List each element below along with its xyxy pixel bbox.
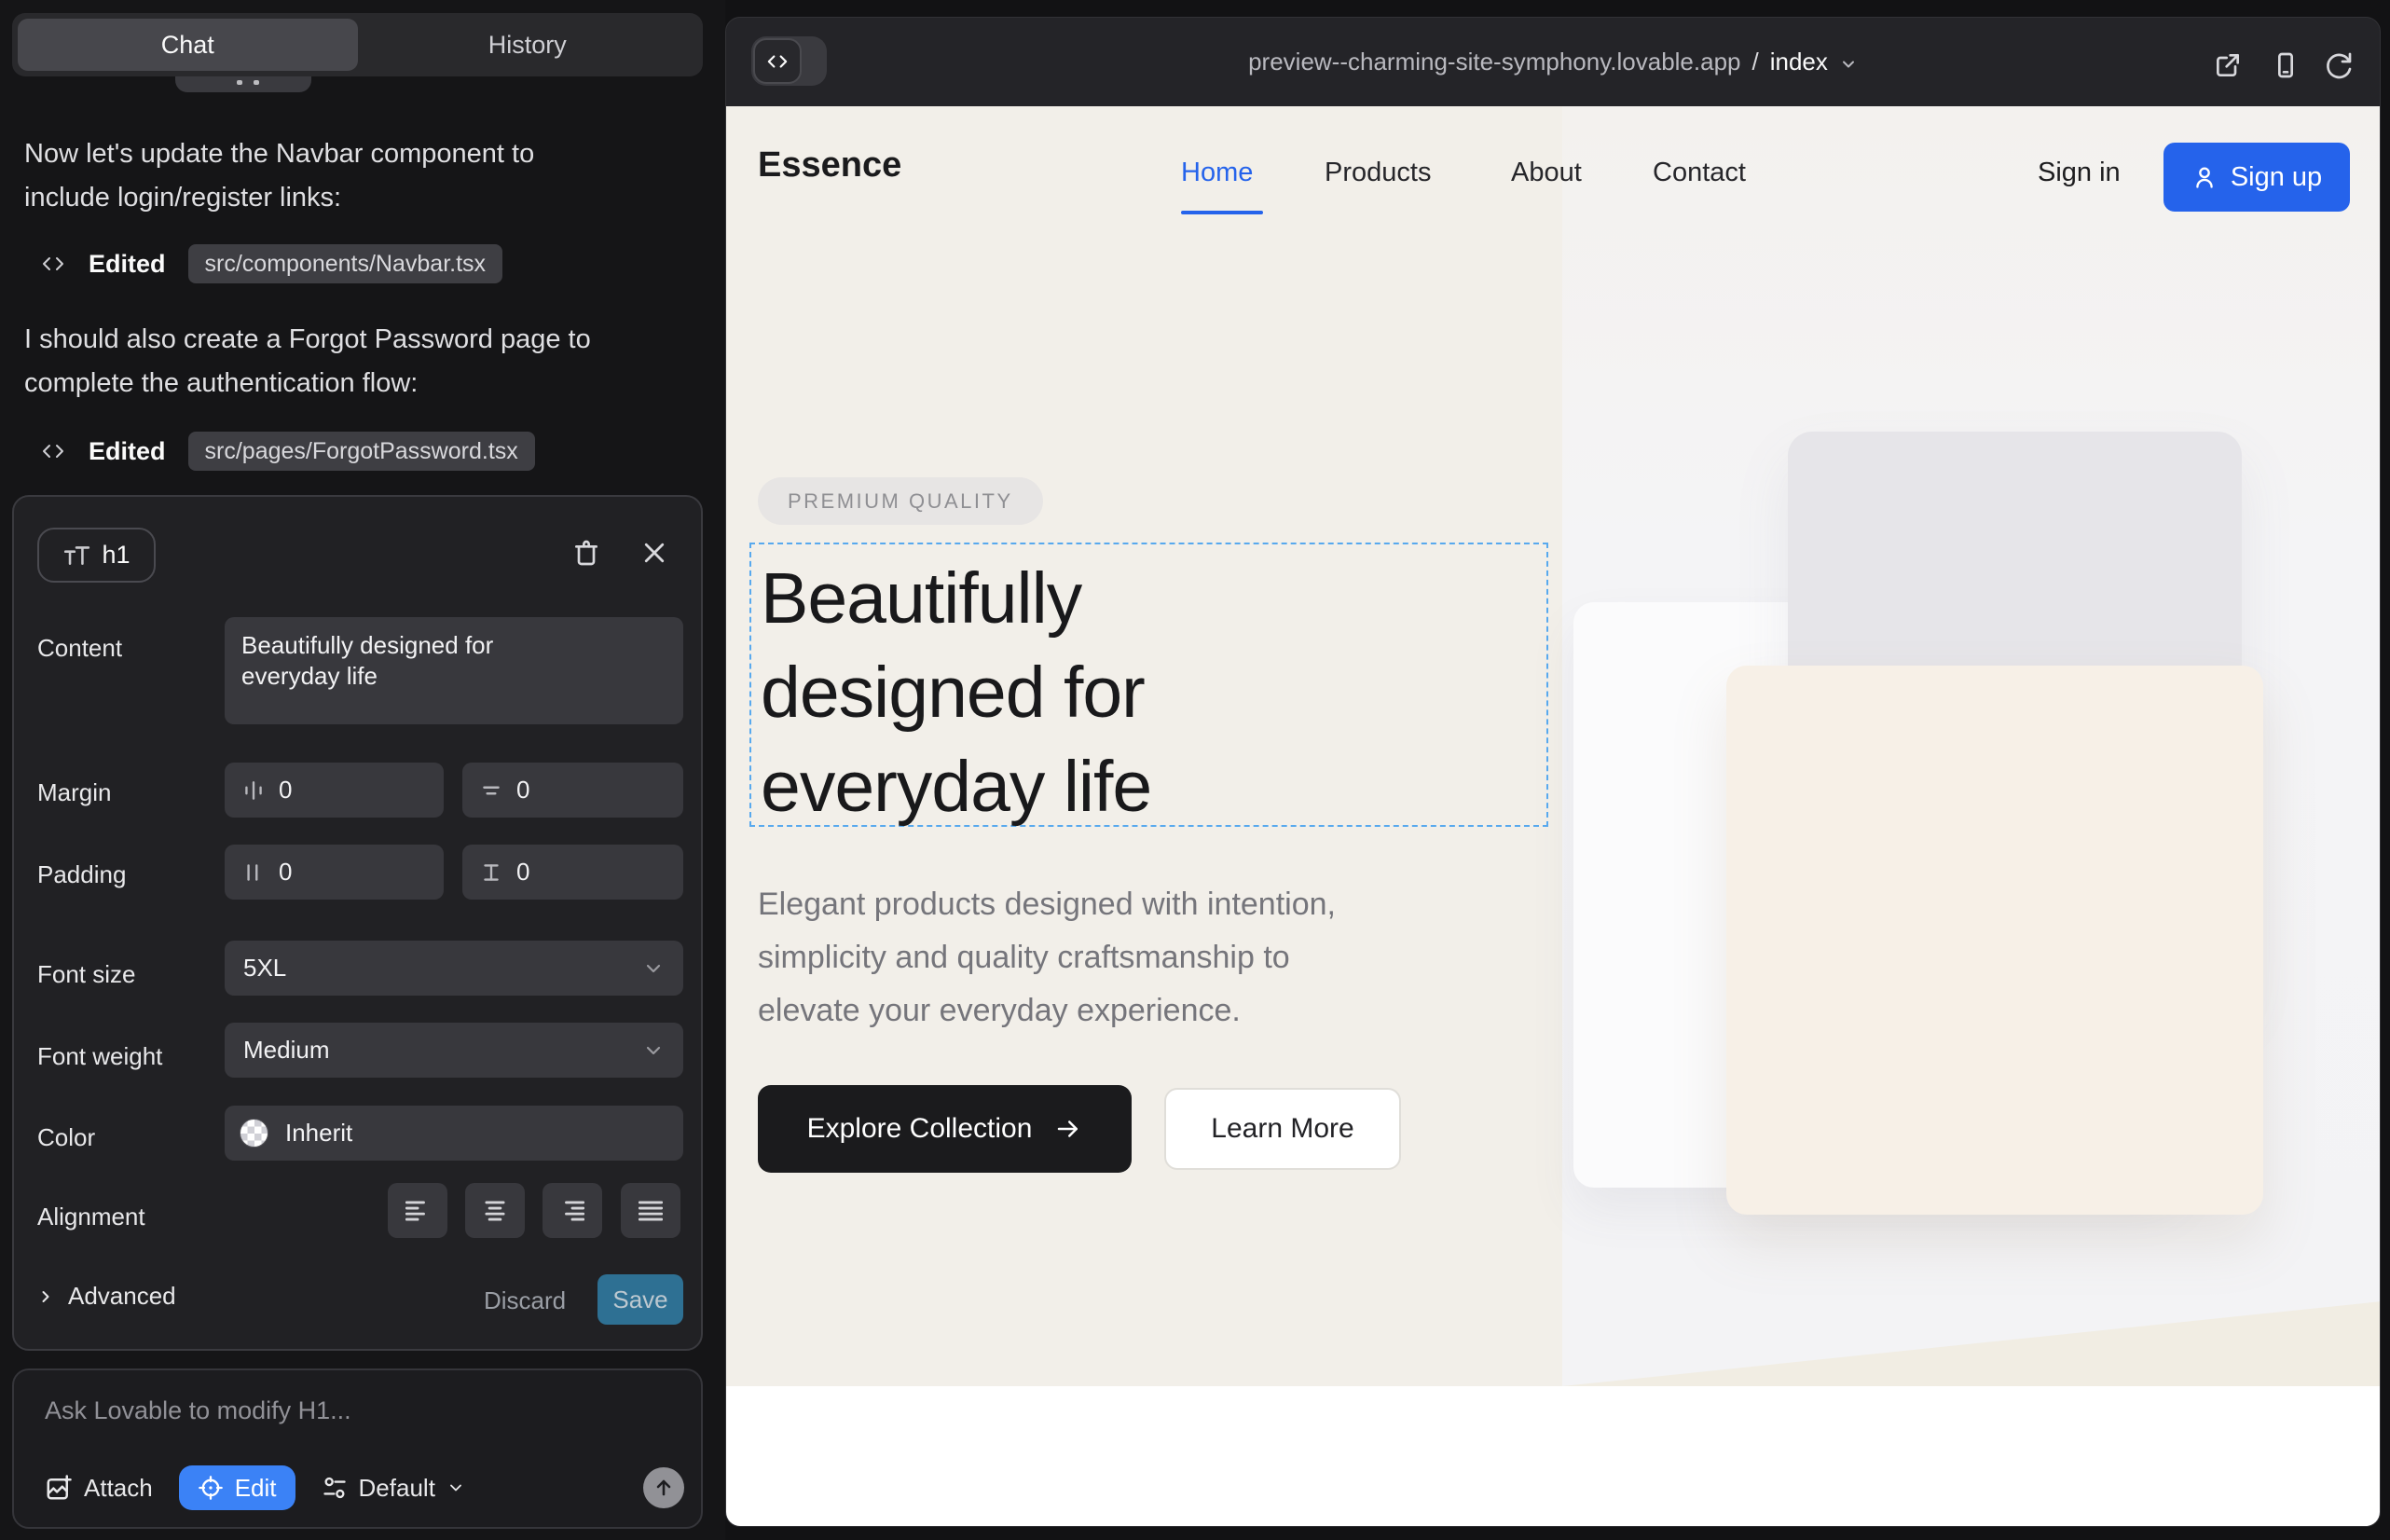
padding-x-input[interactable]: 0: [225, 845, 444, 900]
align-right-icon: [560, 1200, 584, 1222]
advanced-toggle[interactable]: Advanced: [36, 1282, 176, 1311]
hero-headline[interactable]: Beautifully designed for everyday life: [761, 552, 1151, 834]
arrow-up-icon: [652, 1477, 675, 1499]
nav-link-about[interactable]: About: [1511, 158, 1582, 188]
nav-link-products[interactable]: Products: [1325, 158, 1431, 188]
nav-link-contact[interactable]: Contact: [1653, 158, 1746, 188]
scrolled-badge-remnant: [175, 76, 311, 92]
font-size-label: Font size: [37, 960, 136, 989]
close-panel-button[interactable]: [640, 539, 668, 567]
nav-active-underline: [1181, 211, 1263, 214]
preview-url-domain: preview--charming-site-symphony.lovable.…: [1248, 48, 1740, 76]
preview-url-page: index: [1770, 48, 1828, 76]
send-button[interactable]: [643, 1467, 684, 1508]
margin-vertical-icon: [479, 778, 503, 803]
open-in-new-tab-button[interactable]: [2213, 50, 2243, 80]
color-select[interactable]: Inherit: [225, 1106, 683, 1161]
premium-quality-badge: PREMIUM QUALITY: [758, 477, 1043, 525]
align-right-button[interactable]: [543, 1183, 602, 1238]
margin-x-input[interactable]: 0: [225, 763, 444, 818]
composer-input[interactable]: [45, 1396, 651, 1425]
font-weight-label: Font weight: [37, 1042, 162, 1071]
close-icon: [640, 539, 668, 567]
mobile-view-button[interactable]: [2271, 50, 2301, 80]
font-weight-select[interactable]: Medium: [225, 1023, 683, 1078]
edit-mode-button[interactable]: Edit: [179, 1465, 295, 1510]
image-plus-icon: [45, 1474, 73, 1502]
discard-button[interactable]: Discard: [484, 1286, 566, 1315]
align-center-icon: [483, 1200, 507, 1222]
composer-toolbar: Attach Edit Default: [45, 1465, 684, 1510]
edited-file-row: Edited src/components/Navbar.tsx: [40, 244, 502, 283]
mode-select[interactable]: Default: [322, 1474, 465, 1503]
alignment-label: Alignment: [37, 1203, 145, 1231]
external-link-icon: [2213, 50, 2243, 80]
element-tag-pill[interactable]: h1: [37, 528, 156, 583]
chevron-down-icon: [1839, 55, 1858, 74]
chat-history-tab-bar: Chat History: [12, 13, 703, 76]
align-justify-button[interactable]: [621, 1183, 680, 1238]
site-preview: Essence Home Products About Contact Sign…: [726, 106, 2381, 1527]
code-icon: [40, 440, 66, 462]
edited-label: Edited: [89, 250, 166, 279]
chevron-down-icon: [642, 957, 665, 980]
color-label: Color: [37, 1123, 95, 1152]
hero-subtext: Elegant products designed with intention…: [758, 878, 1336, 1038]
preview-window: preview--charming-site-symphony.lovable.…: [725, 17, 2381, 1527]
refresh-button[interactable]: [2324, 50, 2354, 80]
font-size-select[interactable]: 5XL: [225, 941, 683, 996]
target-icon: [198, 1475, 224, 1501]
padding-y-input[interactable]: 0: [462, 845, 683, 900]
margin-y-input[interactable]: 0: [462, 763, 683, 818]
margin-horizontal-icon: [241, 778, 266, 803]
user-icon: [2191, 164, 2218, 190]
tab-history[interactable]: History: [358, 19, 698, 71]
trash-icon: [571, 538, 601, 568]
element-tag-label: h1: [102, 541, 130, 570]
content-label: Content: [37, 634, 122, 663]
align-left-icon: [405, 1200, 430, 1222]
align-justify-icon: [639, 1200, 663, 1222]
delete-element-button[interactable]: [571, 538, 601, 568]
sign-up-button[interactable]: Sign up: [2163, 143, 2350, 212]
attach-button[interactable]: Attach: [45, 1474, 153, 1503]
element-editor-panel: h1 Content Beautifully designed for ever…: [12, 495, 703, 1351]
learn-more-button[interactable]: Learn More: [1164, 1088, 1401, 1170]
edited-file-row: Edited src/pages/ForgotPassword.tsx: [40, 432, 535, 471]
assistant-message: I should also create a Forgot Password p…: [24, 318, 658, 406]
save-button[interactable]: Save: [598, 1274, 683, 1325]
nav-link-home[interactable]: Home: [1181, 158, 1253, 188]
align-left-button[interactable]: [388, 1183, 447, 1238]
chat-composer: Attach Edit Default: [12, 1368, 703, 1529]
file-badge[interactable]: src/components/Navbar.tsx: [188, 244, 503, 283]
chat-panel: Chat History Now let's update the Navbar…: [0, 0, 725, 1540]
chevron-right-icon: [36, 1287, 55, 1306]
sign-in-link[interactable]: Sign in: [2038, 158, 2121, 188]
text-size-icon: [62, 542, 90, 570]
code-icon: [40, 253, 66, 275]
site-logo[interactable]: Essence: [758, 145, 901, 186]
color-swatch-transparent: [240, 1119, 268, 1148]
tab-chat[interactable]: Chat: [18, 19, 358, 71]
arrow-right-icon: [1054, 1115, 1082, 1143]
hero-card-beige: [1726, 666, 2263, 1215]
assistant-message: Now let's update the Navbar component to…: [24, 132, 621, 220]
chevron-down-icon: [446, 1478, 465, 1497]
smartphone-icon: [2271, 50, 2301, 80]
align-center-button[interactable]: [465, 1183, 525, 1238]
content-input[interactable]: Beautifully designed for everyday life: [225, 617, 683, 724]
file-badge[interactable]: src/pages/ForgotPassword.tsx: [188, 432, 535, 471]
hero-section: Essence Home Products About Contact Sign…: [726, 106, 2381, 1386]
chevron-down-icon: [642, 1039, 665, 1062]
sliders-icon: [322, 1475, 348, 1501]
refresh-icon: [2324, 50, 2354, 80]
padding-vertical-icon: [479, 860, 503, 885]
preview-url-separator: /: [1752, 48, 1759, 76]
padding-horizontal-icon: [241, 860, 266, 885]
explore-collection-button[interactable]: Explore Collection: [758, 1085, 1132, 1173]
margin-label: Margin: [37, 778, 111, 807]
preview-url-bar[interactable]: preview--charming-site-symphony.lovable.…: [726, 18, 2380, 106]
padding-label: Padding: [37, 860, 126, 889]
edited-label: Edited: [89, 437, 166, 466]
